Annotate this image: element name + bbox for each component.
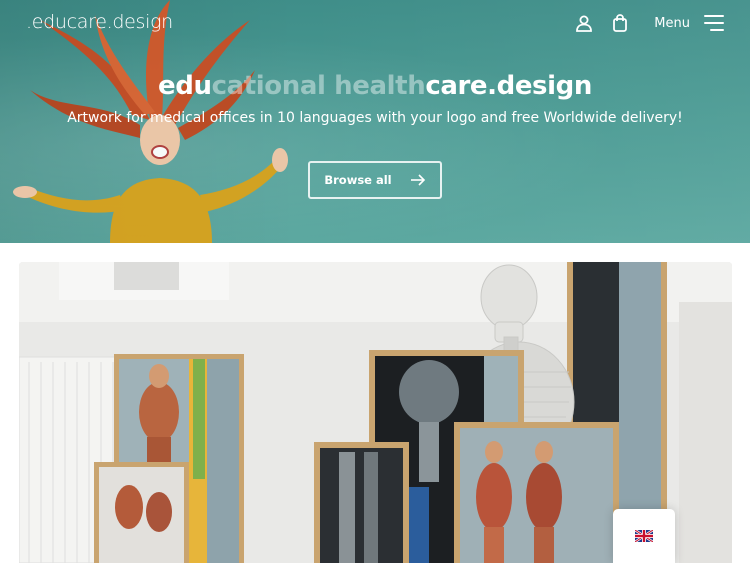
arrow-right-icon [410, 174, 425, 186]
hero-title-part: edu [158, 71, 212, 101]
uk-flag-icon [635, 530, 653, 542]
hero-title-part: health [334, 71, 426, 101]
poster-spine [314, 442, 409, 563]
language-switcher[interactable] [613, 509, 675, 563]
poster-small [94, 462, 189, 563]
menu-label[interactable]: Menu [654, 16, 690, 31]
poster-muscles [454, 422, 619, 563]
hamburger-icon[interactable] [704, 15, 724, 31]
shopping-bag-icon[interactable] [610, 13, 630, 33]
header-actions: Menu [574, 12, 724, 34]
user-icon[interactable] [574, 13, 594, 33]
hero-title: educational healthcare.design [0, 71, 750, 101]
hero-subtitle: Artwork for medical offices in 10 langua… [67, 110, 683, 126]
hero-title-part: care.design [425, 71, 592, 101]
browse-all-label: Browse all [324, 173, 392, 187]
site-logo[interactable]: .educare.design [26, 11, 173, 33]
hero-title-part: cational [211, 71, 335, 101]
hero-banner: .educare.design Menu educational healthc… [0, 0, 750, 243]
browse-all-button[interactable]: Browse all [308, 161, 442, 199]
